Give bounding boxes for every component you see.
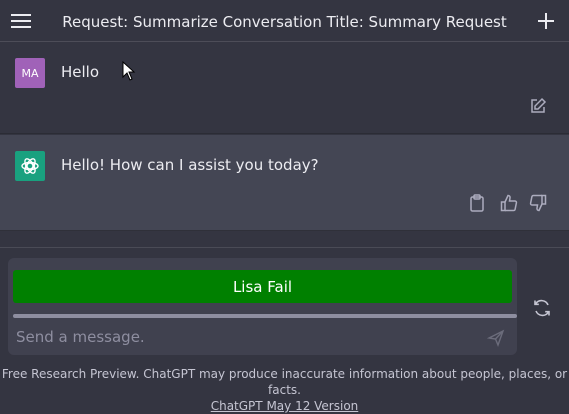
user-avatar: MA bbox=[15, 58, 45, 88]
page-title: Request: Summarize Conversation Title: S… bbox=[62, 13, 507, 31]
hamburger-menu-icon[interactable] bbox=[8, 8, 34, 34]
assistant-message-text: Hello! How can I assist you today? bbox=[61, 156, 319, 174]
message-input[interactable] bbox=[16, 325, 476, 349]
clipboard-icon[interactable] bbox=[469, 194, 487, 212]
footer-disclaimer: Free Research Preview. ChatGPT may produ… bbox=[1, 367, 568, 397]
footer: Free Research Preview. ChatGPT may produ… bbox=[0, 366, 569, 414]
refresh-icon[interactable] bbox=[531, 297, 553, 319]
new-chat-plus-icon[interactable] bbox=[533, 8, 559, 34]
thumbs-up-icon[interactable] bbox=[500, 194, 518, 212]
divider bbox=[0, 247, 569, 248]
user-message-row: MA Hello bbox=[0, 42, 569, 134]
progress-bar bbox=[13, 314, 517, 318]
thumbs-down-icon[interactable] bbox=[529, 194, 547, 212]
lisa-fail-button[interactable]: Lisa Fail bbox=[13, 270, 512, 303]
send-icon[interactable] bbox=[486, 329, 505, 347]
assistant-message-row: Hello! How can I assist you today? bbox=[0, 135, 569, 231]
top-bar: Request: Summarize Conversation Title: S… bbox=[0, 0, 569, 42]
user-message-text: Hello bbox=[61, 63, 100, 81]
message-composer: Lisa Fail bbox=[8, 258, 517, 355]
openai-logo-icon bbox=[15, 151, 45, 181]
mouse-cursor-icon bbox=[122, 60, 136, 85]
edit-icon[interactable] bbox=[529, 97, 547, 115]
version-link[interactable]: ChatGPT May 12 Version bbox=[211, 399, 359, 413]
